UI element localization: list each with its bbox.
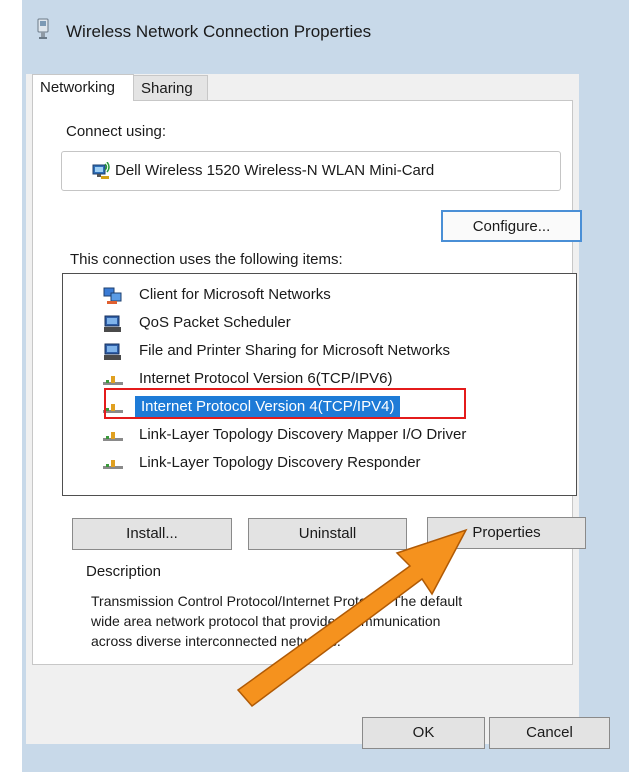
cancel-button[interactable]: Cancel: [489, 717, 610, 749]
tab-networking[interactable]: Networking: [32, 74, 134, 101]
service-icon: [104, 315, 121, 332]
items-heading: This connection uses the following items…: [70, 251, 343, 268]
item-label: Link-Layer Topology Discovery Mapper I/O…: [139, 426, 467, 443]
components-list[interactable]: Client for Microsoft Networks QoS Packet…: [62, 273, 577, 496]
window-title: Wireless Network Connection Properties: [66, 22, 372, 41]
item-label: File and Printer Sharing for Microsoft N…: [139, 342, 450, 359]
item-label: Link-Layer Topology Discovery Responder: [139, 454, 421, 471]
protocol-icon: [103, 460, 123, 469]
item-label: Client for Microsoft Networks: [139, 286, 331, 303]
network-client-icon: [103, 287, 122, 304]
ok-button[interactable]: OK: [362, 717, 485, 749]
properties-button[interactable]: Properties: [427, 517, 586, 549]
list-item-lltd-mapper[interactable]: Link-Layer Topology Discovery Mapper I/O…: [63, 424, 573, 448]
description-line: Transmission Control Protocol/Internet P…: [91, 593, 463, 609]
network-adapter-icon: [37, 18, 49, 39]
description-line: wide area network protocol that provides…: [91, 613, 441, 629]
tab-sharing[interactable]: Sharing: [133, 75, 208, 101]
protocol-icon: [103, 432, 123, 441]
configure-button[interactable]: Configure...: [441, 210, 582, 242]
list-item-client-for-microsoft-networks[interactable]: Client for Microsoft Networks: [63, 284, 573, 308]
list-item-qos-packet-scheduler[interactable]: QoS Packet Scheduler: [63, 312, 573, 336]
list-item-lltd-responder[interactable]: Link-Layer Topology Discovery Responder: [63, 452, 573, 476]
adapter-name: Dell Wireless 1520 Wireless-N WLAN Mini-…: [115, 162, 435, 179]
connect-using-label: Connect using:: [66, 123, 167, 140]
item-label: Internet Protocol Version 6(TCP/IPV6): [139, 370, 393, 387]
install-button[interactable]: Install...: [72, 518, 232, 550]
highlight-annotation: [104, 388, 466, 419]
description-text: Transmission Control Protocol/Internet P…: [91, 591, 561, 651]
item-label: QoS Packet Scheduler: [139, 314, 291, 331]
protocol-icon: [103, 376, 123, 385]
adapter-field: Dell Wireless 1520 Wireless-N WLAN Mini-…: [61, 151, 561, 191]
service-icon: [104, 343, 121, 360]
title-bar[interactable]: Wireless Network Connection Properties: [22, 0, 629, 64]
wireless-adapter-icon: [92, 162, 110, 179]
description-heading: Description: [86, 563, 162, 580]
description-line: across diverse interconnected networks.: [91, 633, 341, 649]
list-item-file-and-printer-sharing[interactable]: File and Printer Sharing for Microsoft N…: [63, 340, 573, 364]
uninstall-button[interactable]: Uninstall: [248, 518, 407, 550]
